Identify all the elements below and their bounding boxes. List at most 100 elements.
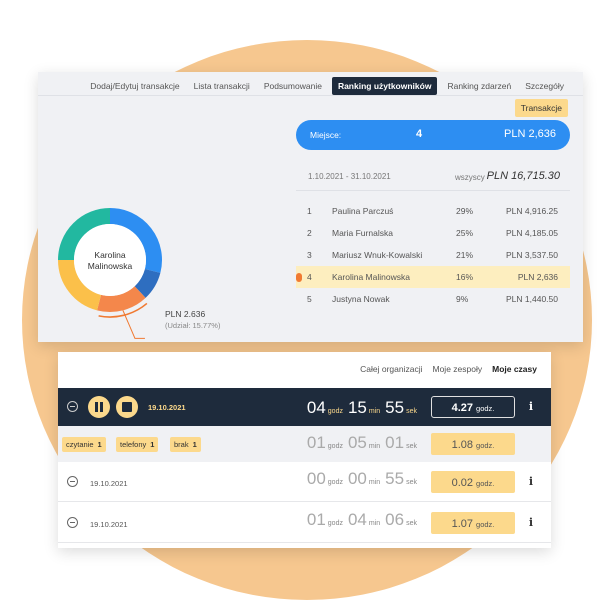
timer-minutes: 15 [347, 398, 367, 417]
ranking-panel: Dodaj/Edytuj transakcje Lista transakcji… [38, 72, 583, 342]
link-my-teams[interactable]: Moje zespoły [433, 364, 483, 374]
seconds-unit: sek [406, 408, 417, 415]
collapse-icon[interactable] [67, 476, 78, 487]
entry-minutes: 04 [347, 510, 367, 529]
ranking-row-current-user[interactable]: 4 Karolina Malinowska 16% PLN 2,636 [296, 266, 570, 288]
donut-center-line2: Malinowska [87, 261, 133, 271]
entry-date: 19.10.2021 [90, 520, 128, 529]
ranking-row[interactable]: 2 Maria Furnalska 25% PLN 4,185.05 [296, 222, 570, 244]
ranking-position: 4 [307, 272, 312, 282]
timer-total-hours[interactable]: 4.27 godz. [431, 396, 515, 418]
tab-add-edit-transactions[interactable]: Dodaj/Edytuj transakcje [86, 78, 183, 94]
timer-elapsed: 04 godz 15 min 55 sek [307, 398, 417, 418]
ranking-list: 1 Paulina Parczuś 29% PLN 4,916.25 2 Mar… [296, 200, 570, 310]
minutes-unit: min [368, 520, 381, 527]
total-hours-unit: godz. [476, 479, 495, 488]
place-label: Miejsce: [310, 130, 342, 140]
total-hours-unit: godz. [476, 404, 495, 413]
time-entry-row: 19.10.2021 01 godz 04 min 06 sek 1.07 godz. i [58, 503, 551, 543]
tags-summary-row: czytanie 1 telefony 1 brak 1 01 godz 05 min 01 s… [58, 426, 551, 462]
place-value: 4 [416, 128, 423, 140]
hours-unit: godz [327, 479, 343, 486]
tag-chip[interactable]: czytanie 1 [62, 437, 106, 452]
tab-summary[interactable]: Podsumowanie [260, 78, 326, 94]
ranking-name: Justyna Nowak [332, 294, 390, 304]
ranking-row[interactable]: 3 Mariusz Wnuk-Kowalski 21% PLN 3,537.50 [296, 244, 570, 266]
transactions-button[interactable]: Transakcje [514, 99, 568, 117]
minutes-unit: min [368, 479, 381, 486]
minutes-unit: min [368, 443, 381, 450]
total-hours-unit: godz. [476, 441, 495, 450]
ranking-percent: 9% [456, 294, 469, 304]
ranking-name: Paulina Parczuś [332, 206, 394, 216]
seconds-unit: sek [406, 479, 417, 486]
all-users-label: wszyscy [455, 173, 485, 182]
ranking-percent: 29% [456, 206, 474, 216]
entry-date: 19.10.2021 [90, 479, 128, 488]
tags-total-hours[interactable]: 1.08 godz. [431, 433, 515, 455]
total-hours-value: 1.08 [451, 439, 474, 451]
tags-hours: 01 [306, 433, 326, 452]
hours-unit: godz [327, 520, 343, 527]
collapse-icon[interactable] [67, 517, 78, 528]
ranking-amount: PLN 3,537.50 [506, 250, 558, 260]
entry-hours: 00 [306, 469, 326, 488]
total-hours-value: 4.27 [451, 402, 474, 414]
tab-details[interactable]: Szczegóły [521, 78, 568, 94]
tags-seconds: 01 [385, 433, 405, 452]
seconds-unit: sek [406, 520, 417, 527]
all-users-total: PLN 16,715.30 [486, 170, 560, 182]
ranking-name: Mariusz Wnuk-Kowalski [332, 250, 423, 260]
timer-date: 19.10.2021 [148, 403, 186, 412]
tag-name: telefony [120, 440, 147, 449]
tag-chip[interactable]: brak 1 [170, 437, 201, 452]
ranking-position: 2 [307, 228, 312, 238]
date-range: 1.10.2021 - 31.10.2021 [308, 172, 391, 181]
entry-minutes: 00 [347, 469, 367, 488]
info-icon[interactable]: i [529, 516, 533, 529]
ranking-amount: PLN 4,916.25 [506, 206, 558, 216]
tab-transaction-list[interactable]: Lista transakcji [190, 78, 254, 94]
divider [296, 190, 570, 191]
stop-icon[interactable] [116, 396, 138, 418]
tag-chip[interactable]: telefony 1 [116, 437, 159, 452]
tab-user-ranking[interactable]: Ranking użytkowników [331, 77, 438, 95]
link-whole-organization[interactable]: Całej organizacji [360, 364, 422, 374]
info-icon[interactable]: i [529, 475, 533, 488]
place-bar: Miejsce: 4 PLN 2,636 [296, 120, 570, 150]
tab-divider [38, 95, 583, 96]
ranking-position: 3 [307, 250, 312, 260]
entry-total-hours[interactable]: 1.07 godz. [431, 512, 515, 534]
tag-name: czytanie [66, 440, 94, 449]
ranking-amount: PLN 4,185.05 [506, 228, 558, 238]
place-amount: PLN 2,636 [504, 128, 556, 140]
entry-total-hours[interactable]: 0.02 godz. [431, 471, 515, 493]
minutes-unit: min [368, 408, 381, 415]
time-tracking-panel: Całej organizacji Moje zespoły Moje czas… [58, 352, 551, 548]
collapse-icon[interactable] [67, 401, 78, 412]
tab-event-ranking[interactable]: Ranking zdarzeń [443, 78, 515, 94]
donut-highlight-share: (Udział: 15.77%) [165, 321, 221, 330]
ranking-row[interactable]: 1 Paulina Parczuś 29% PLN 4,916.25 [296, 200, 570, 222]
total-hours-value: 1.07 [451, 518, 474, 530]
entry-elapsed: 00 godz 00 min 55 sek [307, 469, 417, 489]
total-hours-unit: godz. [476, 520, 495, 529]
ranking-row[interactable]: 5 Justyna Nowak 9% PLN 1,440.50 [296, 288, 570, 310]
info-icon[interactable]: i [529, 400, 533, 413]
tags-minutes: 05 [347, 433, 367, 452]
pause-icon[interactable] [88, 396, 110, 418]
hours-unit: godz [327, 443, 343, 450]
current-user-marker [296, 273, 302, 282]
link-my-times[interactable]: Moje czasy [492, 364, 537, 374]
ranking-percent: 21% [456, 250, 474, 260]
entry-elapsed: 01 godz 04 min 06 sek [307, 510, 417, 530]
tag-count: 1 [150, 440, 155, 449]
ranking-position: 5 [307, 294, 312, 304]
tab-bar: Dodaj/Edytuj transakcje Lista transakcji… [86, 77, 568, 95]
ranking-name: Maria Furnalska [332, 228, 393, 238]
ranking-name: Karolina Malinowska [332, 272, 410, 282]
tags-elapsed: 01 godz 05 min 01 sek [307, 433, 417, 453]
ranking-amount: PLN 2,636 [517, 272, 558, 282]
seconds-unit: sek [406, 443, 417, 450]
total-hours-value: 0.02 [451, 477, 474, 489]
